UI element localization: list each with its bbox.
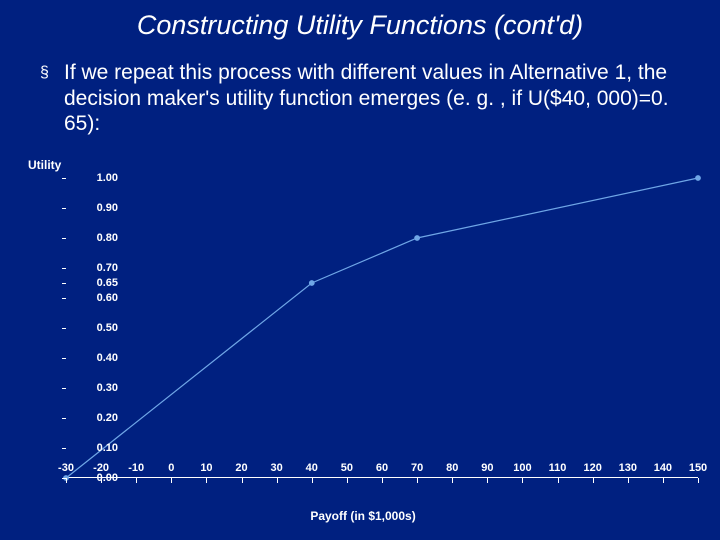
- x-tick: [487, 478, 488, 483]
- x-tick: [206, 478, 207, 483]
- y-tick: [62, 208, 66, 209]
- y-tick: [62, 178, 66, 179]
- body-text: § If we repeat this process with differe…: [40, 60, 690, 137]
- utility-chart: Utility Payoff (in $1,000s) 0.000.100.20…: [18, 158, 708, 523]
- y-tick-label: 0.90: [97, 202, 118, 214]
- bullet-symbol: §: [40, 60, 64, 137]
- x-tick: [698, 478, 699, 483]
- y-tick-label: 0.10: [97, 442, 118, 454]
- x-tick-label: 80: [446, 462, 458, 474]
- data-point: [696, 176, 701, 181]
- x-tick: [382, 478, 383, 483]
- x-tick-label: 70: [411, 462, 423, 474]
- x-tick-label: 20: [235, 462, 247, 474]
- y-tick-label: 0.30: [97, 382, 118, 394]
- y-tick-label: 0.65: [97, 277, 118, 289]
- x-tick-label: -30: [58, 462, 74, 474]
- y-tick: [62, 418, 66, 419]
- x-tick: [242, 478, 243, 483]
- x-tick: [277, 478, 278, 483]
- y-tick: [62, 268, 66, 269]
- data-point: [415, 236, 420, 241]
- slide: Constructing Utility Functions (cont'd) …: [0, 0, 720, 540]
- x-tick-label: 60: [376, 462, 388, 474]
- x-tick-label: -20: [93, 462, 109, 474]
- x-tick-label: 130: [619, 462, 637, 474]
- y-axis-title: Utility: [28, 158, 61, 172]
- x-tick-label: 140: [654, 462, 672, 474]
- x-tick-label: 10: [200, 462, 212, 474]
- y-tick: [62, 358, 66, 359]
- bullet-item: § If we repeat this process with differe…: [40, 60, 690, 137]
- x-tick-label: -10: [128, 462, 144, 474]
- x-tick: [663, 478, 664, 483]
- x-tick: [136, 478, 137, 483]
- x-tick-label: 50: [341, 462, 353, 474]
- x-tick-label: 40: [306, 462, 318, 474]
- x-tick-label: 120: [583, 462, 601, 474]
- chart-line: [66, 178, 698, 478]
- data-point: [309, 281, 314, 286]
- y-tick-label: 0.80: [97, 232, 118, 244]
- y-tick-label: 0.60: [97, 292, 118, 304]
- y-tick: [62, 238, 66, 239]
- x-tick: [171, 478, 172, 483]
- x-tick: [66, 478, 67, 483]
- x-axis-title: Payoff (in $1,000s): [18, 509, 708, 523]
- x-tick-label: 30: [271, 462, 283, 474]
- x-tick: [522, 478, 523, 483]
- x-tick-label: 110: [549, 462, 567, 474]
- y-tick: [62, 448, 66, 449]
- plot-area: [66, 178, 698, 478]
- x-tick: [558, 478, 559, 483]
- x-tick-label: 0: [168, 462, 174, 474]
- y-tick: [62, 283, 66, 284]
- x-tick: [347, 478, 348, 483]
- y-tick-label: 1.00: [97, 172, 118, 184]
- y-tick: [62, 328, 66, 329]
- y-tick-label: 0.20: [97, 412, 118, 424]
- x-tick-label: 90: [481, 462, 493, 474]
- x-tick: [452, 478, 453, 483]
- bullet-text: If we repeat this process with different…: [64, 60, 690, 137]
- y-tick-label: 0.40: [97, 352, 118, 364]
- x-tick-label: 100: [513, 462, 531, 474]
- y-tick-label: 0.50: [97, 322, 118, 334]
- x-tick: [312, 478, 313, 483]
- x-tick: [417, 478, 418, 483]
- utility-line: [66, 178, 698, 478]
- y-tick: [62, 298, 66, 299]
- x-tick: [593, 478, 594, 483]
- page-title: Constructing Utility Functions (cont'd): [0, 10, 720, 41]
- y-tick: [62, 388, 66, 389]
- x-tick-label: 150: [689, 462, 707, 474]
- y-tick-label: 0.70: [97, 262, 118, 274]
- x-tick: [628, 478, 629, 483]
